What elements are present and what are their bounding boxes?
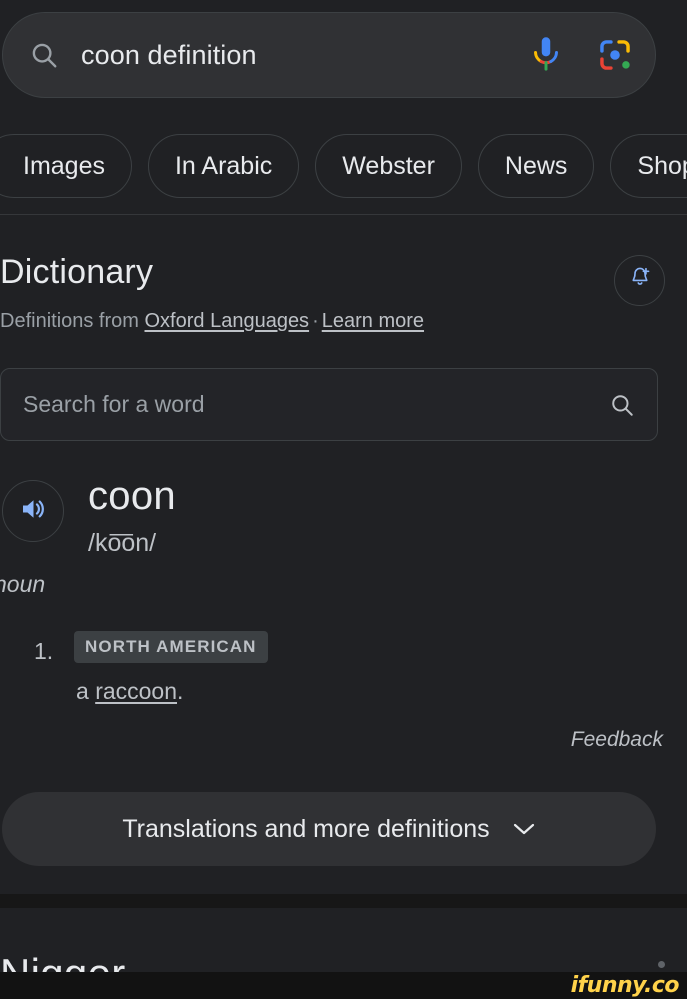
google-microphone-icon[interactable] — [529, 35, 563, 75]
add-alert-button[interactable] — [614, 255, 665, 306]
part-of-speech: noun — [0, 571, 46, 597]
google-lens-icon[interactable] — [597, 37, 633, 73]
chip-news[interactable]: News — [477, 134, 595, 198]
raccoon-link[interactable]: raccoon — [95, 678, 177, 704]
translations-expand-button[interactable]: Translations and more definitions — [2, 792, 656, 866]
pronounce-button[interactable] — [2, 480, 64, 542]
register-badge: NORTH AMERICAN — [74, 631, 268, 663]
learn-more-link[interactable]: Learn more — [322, 310, 424, 332]
search-icon — [29, 40, 59, 70]
google-search-results-page: coon definition Images In Arabic Webster… — [0, 0, 687, 999]
chips-divider — [0, 214, 687, 215]
add-alert-bell-icon — [627, 265, 653, 296]
chip-label: Webster — [342, 151, 435, 180]
scroll-indicator-dot — [658, 961, 665, 968]
translations-label: Translations and more definitions — [122, 814, 490, 843]
chip-label: News — [504, 151, 568, 180]
separator-dot: · — [312, 310, 319, 332]
sense-number: 1. — [34, 638, 54, 664]
page-title: Dictionary — [0, 253, 154, 291]
definition-text-after: . — [177, 678, 184, 704]
feedback-link[interactable]: Feedback — [571, 728, 663, 752]
dictionary-source-line: Definitions from Oxford Languages · Learn … — [0, 310, 424, 333]
watermark-bar: ifunny.co — [0, 972, 687, 999]
source-prefix: Definitions from — [0, 310, 139, 332]
dictionary-card: Dictionary Definitions from Oxford Langu… — [0, 216, 687, 894]
search-icon[interactable] — [609, 392, 635, 418]
chip-shopping[interactable]: Shopping — [610, 134, 687, 198]
chip-label: Shopping — [637, 151, 687, 180]
search-query-text[interactable]: coon definition — [81, 40, 529, 71]
word-search-box[interactable]: Search for a word — [0, 368, 658, 441]
ifunny-watermark: ifunny.co — [570, 973, 680, 998]
chip-webster[interactable]: Webster — [315, 134, 462, 198]
definition-text: a raccoon. — [76, 678, 183, 705]
phonetic-transcription: /ko͞on/ — [88, 529, 157, 557]
search-bar-region: coon definition — [0, 12, 687, 98]
oxford-languages-link[interactable]: Oxford Languages — [145, 310, 310, 332]
word-search-input[interactable]: Search for a word — [23, 391, 609, 418]
search-bar[interactable]: coon definition — [2, 12, 656, 98]
chip-images[interactable]: Images — [0, 134, 132, 198]
headword: coon — [88, 474, 176, 518]
volume-up-icon — [18, 494, 48, 529]
chip-label: In Arabic — [174, 151, 273, 180]
definition-text-before: a — [76, 678, 96, 704]
chip-label: Images — [23, 151, 105, 180]
card-separator — [0, 894, 687, 908]
chevron-down-icon — [512, 822, 536, 836]
chip-in-arabic[interactable]: In Arabic — [147, 134, 300, 198]
search-filter-chips[interactable]: Images In Arabic Webster News Shopping — [0, 133, 687, 199]
